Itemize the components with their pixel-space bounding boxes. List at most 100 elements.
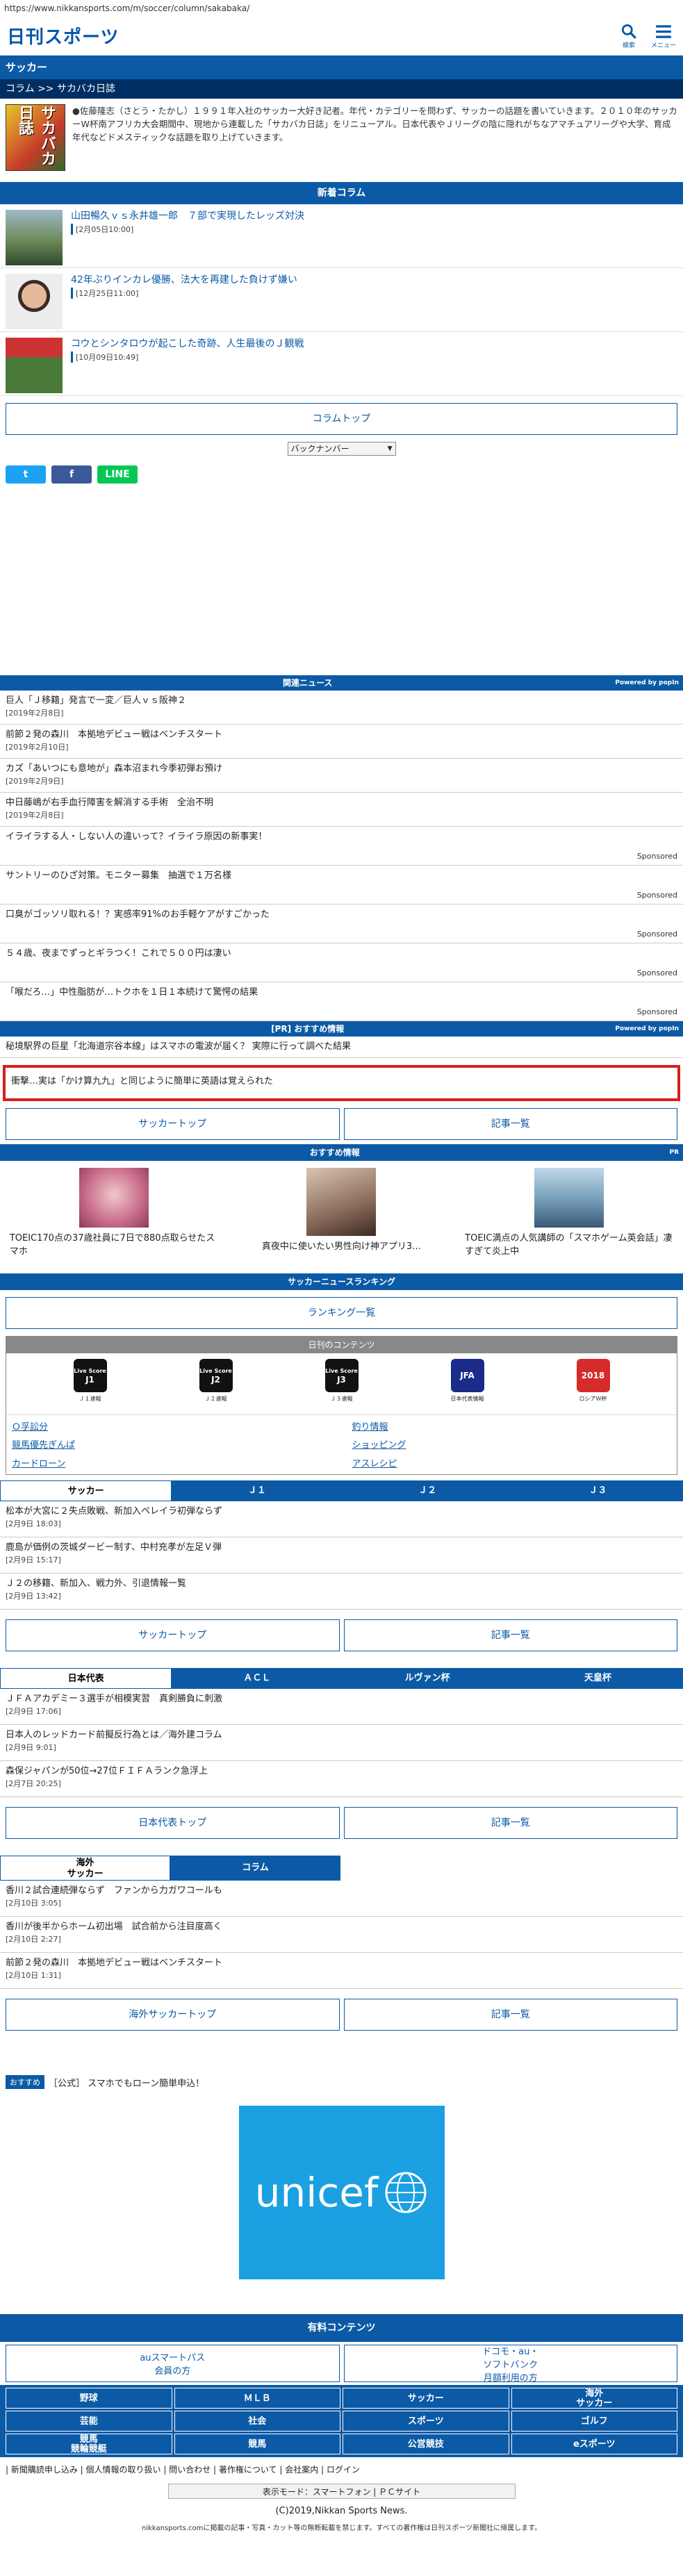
- list-item[interactable]: 中日藤嶋が右手血行障害を解消する手術 全治不明 [2019年2月8日]: [0, 793, 683, 827]
- nav-entertainment[interactable]: 芸能: [6, 2411, 172, 2431]
- worldcup-link[interactable]: 2018 ロシアＷ杯: [566, 1359, 621, 1409]
- content-link[interactable]: アスレシピ: [352, 1456, 672, 1470]
- unicef-ad[interactable]: unicef: [238, 2106, 445, 2279]
- display-mode-switch[interactable]: 表示モード：スマートフォン | ＰＣサイト: [167, 2484, 516, 2499]
- pr-item[interactable]: 秘境駅界の巨星「北海道宗谷本線」はスマホの電波が届く？ 実際に行って調べた結果: [0, 1037, 683, 1058]
- list-item[interactable]: 松本が大宮に２失点敗戦、新加入ペレイラ初弾ならず [2月9日 18:03]: [0, 1501, 683, 1537]
- tab-emperor-cup[interactable]: 天皇杯: [512, 1668, 683, 1689]
- nav-public-racing[interactable]: 公営競技: [343, 2434, 509, 2454]
- contents-heading: 日刊のコンテンツ: [6, 1337, 677, 1353]
- tab-j1[interactable]: Ｊ１: [172, 1480, 343, 1501]
- sponsored-item[interactable]: 口臭がゴッソリ取れる！？実感率91%のお手軽ケアがすごかった Sponsored: [0, 905, 683, 943]
- tab-overseas-soccer[interactable]: 海外 サッカー: [0, 1856, 170, 1881]
- footer-links[interactable]: | 新聞購読申し込み | 個人情報の取り扱い | 問い合わせ | 著作権について…: [0, 2460, 683, 2479]
- article-list-button[interactable]: 記事一覧: [343, 1108, 677, 1140]
- list-item[interactable]: 日本人のレッドカード前擬反行為とは／海外建コラム [2月9日 9:01]: [0, 1725, 683, 1761]
- tab-soccer[interactable]: サッカー: [0, 1480, 172, 1501]
- content-link[interactable]: カードローン: [12, 1456, 331, 1470]
- list-item[interactable]: Ｊ２の移籍、新加入、戦力外、引退情報一覧 [2月9日 13:42]: [0, 1574, 683, 1610]
- content-link[interactable]: 競馬優先ぎんぱ: [12, 1437, 331, 1451]
- nav-esports[interactable]: eスポーツ: [511, 2434, 677, 2454]
- sponsored-item[interactable]: 「喉だろ…」中性脂肪が…トクホを１日１本続けて驚愕の結果 Sponsored: [0, 982, 683, 1021]
- recommend-item[interactable]: TOEIC満点の人気講師の「スマホゲーム英会話」凄すぎて炎上中: [465, 1168, 673, 1257]
- article-thumbnail: [6, 338, 63, 393]
- content-link[interactable]: 釣り情報: [352, 1419, 672, 1433]
- backnumber-select[interactable]: バックナンバー: [287, 442, 396, 456]
- ad-banner[interactable]: 衝撃…実は「かけ算九九」と同じように簡単に英語は覚えられた: [3, 1065, 680, 1101]
- sponsored-title: イライラする人・しない人の違いって？イライラ原因の新事実！: [6, 832, 268, 842]
- japan-top-button[interactable]: 日本代表トップ: [6, 1807, 340, 1839]
- soccer-top-button[interactable]: サッカートップ: [6, 1619, 340, 1651]
- tab-japan-national[interactable]: 日本代表: [0, 1668, 172, 1689]
- tab-acl[interactable]: ＡＣＬ: [172, 1668, 343, 1689]
- j1-link[interactable]: Live Score J1 Ｊ１速報: [63, 1359, 118, 1409]
- list-item[interactable]: 香川２試合連続弾ならず ファンから力ガワコールも [2月10日 3:05]: [0, 1881, 683, 1917]
- overseas-top-button[interactable]: 海外サッカートップ: [6, 1999, 340, 2031]
- related-news-heading: 関連ニュース Powered by popIn: [0, 675, 683, 691]
- line-share-button[interactable]: LINE: [97, 465, 138, 484]
- sponsored-tag: Sponsored: [636, 852, 677, 861]
- soccer-top-button[interactable]: サッカートップ: [6, 1108, 340, 1140]
- nav-golf[interactable]: ゴルフ: [511, 2411, 677, 2431]
- nav-baseball[interactable]: 野球: [6, 2388, 172, 2409]
- tab-levain[interactable]: ルヴァン杯: [342, 1668, 513, 1689]
- ranking-list-button[interactable]: ランキング一覧: [6, 1297, 677, 1329]
- nav-keiba-keirin[interactable]: 競馬 競輪競艇: [6, 2434, 172, 2454]
- facebook-share-button[interactable]: f: [51, 465, 92, 484]
- list-item[interactable]: コウとシンタロウが起こした奇跡、人生最後のＪ観戦 [10月09日10:49]: [0, 332, 683, 396]
- recommend-item[interactable]: TOEIC170点の37歳社員に7日で880点取らせたスマホ: [10, 1168, 218, 1257]
- tab-j2[interactable]: Ｊ２: [342, 1480, 513, 1501]
- recommend-item[interactable]: 真夜中に使いたい男性向け神アプリ3…: [237, 1168, 445, 1257]
- nav-overseas-soccer[interactable]: 海外 サッカー: [511, 2388, 677, 2409]
- nav-mlb[interactable]: ＭＬＢ: [174, 2388, 340, 2409]
- japan-team-link[interactable]: JFA 日本代表情報: [440, 1359, 495, 1409]
- twitter-share-button[interactable]: t: [6, 465, 46, 484]
- breadcrumb[interactable]: コラム >> サカバカ日誌: [0, 79, 683, 99]
- jfa-icon: JFA: [450, 1359, 484, 1392]
- j3-link[interactable]: Live Score J3 Ｊ３速報: [314, 1359, 370, 1409]
- article-list-button[interactable]: 記事一覧: [343, 1999, 677, 2031]
- column-top-button[interactable]: コラムトップ: [6, 403, 677, 435]
- au-smartpass-button[interactable]: auスマートパス 会員の方: [6, 2345, 340, 2382]
- promo-line[interactable]: おすすめ ［公式］ スマホでもローン簡単申込！: [0, 2072, 683, 2092]
- list-item[interactable]: ＪＦＡアカデミー３選手が相模実習 真剣勝負に刺激 [2月9日 17:06]: [0, 1689, 683, 1725]
- content-link[interactable]: Ｏ孚訟分: [12, 1419, 331, 1433]
- news-title: 前節２発の森川 本拠地デビュー戦はベンチスタート: [6, 729, 223, 740]
- nav-society[interactable]: 社会: [174, 2411, 340, 2431]
- tab-column[interactable]: コラム: [170, 1856, 340, 1881]
- content-link[interactable]: ショッピング: [352, 1437, 672, 1451]
- list-item[interactable]: 42年ぶりインカレ優勝、法大を再建した負けず嫌い [12月25日11:00]: [0, 268, 683, 332]
- nav-soccer[interactable]: サッカー: [343, 2388, 509, 2409]
- sponsored-item[interactable]: イライラする人・しない人の違いって？イライラ原因の新事実！ Sponsored: [0, 827, 683, 866]
- list-item[interactable]: 前節２発の森川 本拠地デビュー戦はベンチスタート [2月10日 1:31]: [0, 1953, 683, 1989]
- worldcup-label: ロシアＷ杯: [579, 1396, 607, 1402]
- carrier-monthly-button[interactable]: ドコモ・au・ ソフトバンク 月額利用の方: [343, 2345, 677, 2384]
- facebook-icon: f: [69, 469, 74, 480]
- list-item[interactable]: カズ「あいつにも意地が」森本沼まれ今季初弾お預け [2019年2月9日]: [0, 759, 683, 793]
- article-thumbnail: [6, 210, 63, 265]
- list-item[interactable]: 鹿島が価例の茨城ダービー制す、中村充孝が左足Ｖ弾 [2月9日 15:17]: [0, 1537, 683, 1574]
- contents-box: 日刊のコンテンツ Live Score J1 Ｊ１速報 Live Score J2 Ｊ２…: [6, 1336, 677, 1475]
- search-button[interactable]: 検索: [619, 22, 639, 49]
- list-item[interactable]: 巨人「Ｊ移籍」発言で一変／巨人ｖｓ阪神２ [2019年2月8日]: [0, 691, 683, 725]
- nav-horse-racing[interactable]: 競馬: [174, 2434, 340, 2454]
- j2-link[interactable]: Live Score J2 Ｊ２速報: [188, 1359, 244, 1409]
- powered-by: Powered by popIn: [615, 679, 679, 686]
- article-list-button[interactable]: 記事一覧: [343, 1619, 677, 1651]
- sponsored-item[interactable]: ５４歳、夜までずっとギラつく！これで５００円は凄い Sponsored: [0, 943, 683, 982]
- news-date: [2月9日 15:17]: [6, 1555, 61, 1564]
- powered-by: Powered by popIn: [615, 1025, 679, 1032]
- browser-url[interactable]: https://www.nikkansports.com/m/soccer/co…: [0, 0, 683, 17]
- list-item[interactable]: 森保ジャパンが50位→27位ＦＩＦＡランク急浮上 [2月7日 20:25]: [0, 1761, 683, 1797]
- article-list-button[interactable]: 記事一覧: [343, 1807, 677, 1839]
- list-item[interactable]: 香川が後半からホーム初出場 試合前から注目度高く [2月10日 2:27]: [0, 1917, 683, 1953]
- site-logo[interactable]: 日刊スポーツ: [7, 23, 119, 49]
- list-item[interactable]: 山田暢久ｖｓ永井雄一郎 ７部で実現したレッズ対決 [2月05日10:00]: [0, 204, 683, 268]
- nav-sports[interactable]: スポーツ: [343, 2411, 509, 2431]
- sponsored-item[interactable]: サントリーのひざ対策。モニター募集 抽選で１万名様 Sponsored: [0, 866, 683, 905]
- sponsored-tag: Sponsored: [636, 968, 677, 977]
- tab-j3[interactable]: Ｊ３: [512, 1480, 683, 1501]
- list-item[interactable]: 前節２発の森川 本拠地デビュー戦はベンチスタート [2019年2月10日]: [0, 725, 683, 759]
- menu-button[interactable]: メニュー: [651, 22, 676, 49]
- section-title[interactable]: サッカー: [0, 56, 683, 79]
